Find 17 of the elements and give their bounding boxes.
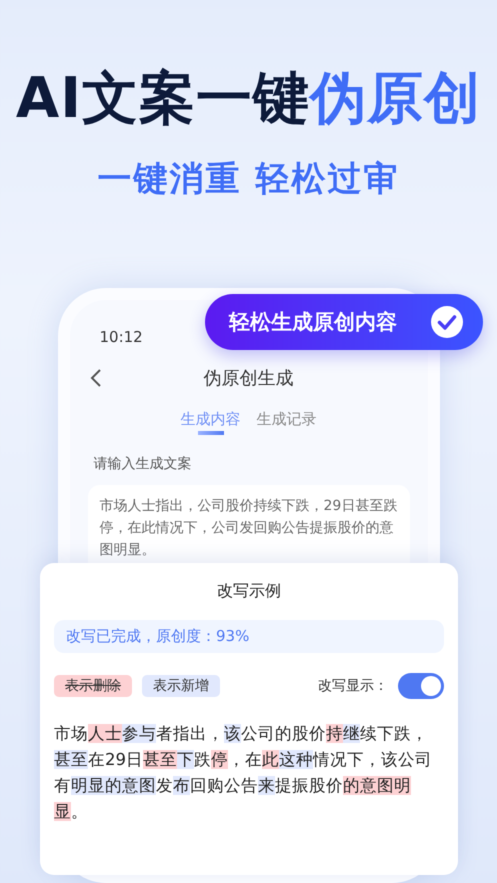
toggle-switch[interactable] — [398, 673, 444, 699]
headline: AI文案一键伪原创 — [16, 68, 482, 130]
subtitle: 一键消重 轻松过审 — [98, 158, 400, 201]
status-banner: 改写已完成，原创度：93% — [54, 620, 444, 653]
legend-tag: 表示新增 — [142, 675, 220, 697]
tab[interactable]: 生成记录 — [256, 410, 316, 435]
sheet-title: 改写示例 — [217, 581, 281, 602]
check-icon — [431, 306, 463, 338]
toggle-label: 改写显示： — [318, 677, 388, 695]
badge-label: 轻松生成原创内容 — [229, 309, 397, 336]
rewritten-paragraph: 市场人士参与者指出，该公司的股价持继续下跌， 甚至在29日甚至下跌停，在此这种情况下，该公司 有明显的意图发布回购公告来提振股价的意图明显。 — [54, 723, 433, 823]
back-icon[interactable] — [90, 368, 102, 388]
tab[interactable]: 生成内容 — [180, 410, 240, 435]
input-label: 请输入生成文案 — [94, 454, 192, 473]
status-time: 10:12 — [100, 328, 143, 346]
legend-tag: 表示删除 — [54, 675, 132, 697]
screen-title: 伪原创生成 — [204, 366, 294, 390]
